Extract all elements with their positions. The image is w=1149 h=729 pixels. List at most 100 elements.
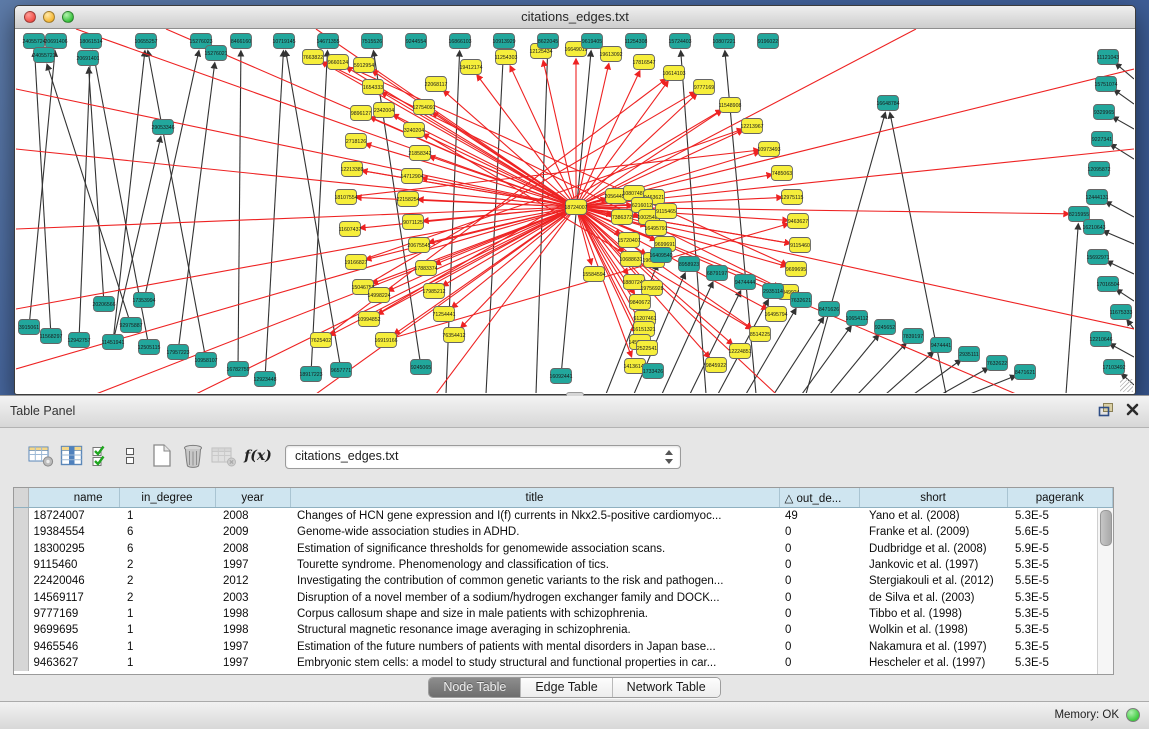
network-node[interactable]: 11568297 — [40, 329, 63, 344]
cell[interactable]: 9699695 — [28, 622, 119, 638]
network-node[interactable]: 8622045 — [538, 34, 559, 49]
cell[interactable]: 2008 — [215, 508, 290, 525]
cell[interactable]: 1998 — [215, 606, 290, 622]
cell[interactable]: Structural magnetic resonance image aver… — [290, 622, 779, 638]
table-settings-icon[interactable] — [26, 441, 56, 471]
network-node[interactable]: 14712904 — [400, 169, 423, 184]
column-header-pagerank[interactable]: pagerank — [1007, 488, 1113, 508]
cell[interactable]: 0 — [779, 655, 859, 671]
network-node[interactable]: 9657771 — [331, 363, 352, 378]
network-node[interactable]: 15276021 — [204, 46, 227, 61]
cell[interactable]: 0 — [779, 524, 859, 540]
network-view[interactable]: 1872400776638229660124591295416543332342… — [16, 29, 1134, 393]
network-node[interactable]: 15692971 — [1086, 250, 1109, 265]
network-node[interactable]: 17353994 — [132, 293, 155, 308]
network-node[interactable]: 20691406 — [44, 34, 67, 49]
network-node[interactable]: 22068117 — [425, 77, 448, 92]
network-node[interactable]: 15751074 — [1094, 77, 1117, 92]
network-node[interactable]: 19756928 — [640, 281, 663, 296]
network-node[interactable]: 11675333 — [1110, 305, 1133, 320]
network-node[interactable]: 12213389 — [340, 162, 363, 177]
column-header-title[interactable]: title — [290, 488, 779, 508]
network-node[interactable]: 8514225 — [750, 327, 771, 342]
table-row[interactable]: 1830029562008Estimation of significance … — [14, 541, 1113, 557]
network-node[interactable]: 9245652 — [875, 320, 896, 335]
column-header-year[interactable]: year — [215, 488, 290, 508]
network-node[interactable]: 15584594 — [582, 267, 605, 282]
network-window-titlebar[interactable]: citations_edges.txt — [15, 6, 1135, 29]
network-node[interactable]: 2718126 — [346, 134, 367, 149]
column-header-out_de[interactable]: △ out_de... — [779, 488, 859, 508]
cell[interactable]: 2 — [119, 589, 215, 605]
network-node[interactable]: 16919166 — [374, 333, 397, 348]
network-node[interactable]: 9619405 — [582, 34, 603, 49]
cell[interactable]: Estimation of the future numbers of pati… — [290, 638, 779, 654]
network-node[interactable]: 8471626 — [819, 302, 840, 317]
cell[interactable]: Yano et al. (2008) — [859, 508, 1007, 525]
network-node[interactable]: 9227341 — [1092, 132, 1113, 147]
cell[interactable]: Wolkin et al. (1998) — [859, 622, 1007, 638]
cell[interactable]: 1997 — [215, 655, 290, 671]
network-node[interactable]: 11548908 — [719, 98, 742, 113]
cell[interactable]: 18724007 — [28, 508, 119, 525]
network-node[interactable]: 10973493 — [757, 142, 780, 157]
network-node[interactable]: 92975887 — [119, 318, 142, 333]
network-node[interactable]: 9777169 — [694, 80, 715, 95]
network-node[interactable]: 9660124 — [328, 55, 349, 70]
tab-node-table[interactable]: Node Table — [429, 678, 521, 697]
cell[interactable]: Corpus callosum shape and size in male p… — [290, 606, 779, 622]
cell[interactable]: 9463627 — [28, 655, 119, 671]
network-node[interactable]: 20691401 — [76, 51, 99, 66]
network-node[interactable]: 21858342 — [408, 146, 431, 161]
network-node[interactable]: 2935111 — [959, 347, 980, 362]
table-row[interactable]: 911546021997Tourette syndrome. Phenomeno… — [14, 557, 1113, 573]
network-node[interactable]: 9463627 — [788, 214, 809, 229]
cell[interactable]: 22420046 — [28, 573, 119, 589]
network-node[interactable]: 8958923 — [679, 257, 700, 272]
cell[interactable]: 1 — [119, 655, 215, 671]
cell[interactable]: 2012 — [215, 573, 290, 589]
cell[interactable]: 2 — [119, 573, 215, 589]
cell[interactable]: 1 — [119, 622, 215, 638]
network-node[interactable]: 18061514 — [79, 34, 102, 49]
network-node[interactable]: 16495791 — [644, 221, 667, 236]
cell[interactable]: Genome-wide association studies in ADHD. — [290, 524, 779, 540]
network-node[interactable]: 12210646 — [1089, 332, 1112, 347]
network-node[interactable]: 17816547 — [632, 55, 655, 70]
select-column-icon[interactable] — [57, 441, 87, 471]
cell[interactable]: 49 — [779, 508, 859, 525]
network-node[interactable]: 12224851 — [728, 344, 751, 359]
network-node[interactable]: 19613092 — [599, 47, 622, 62]
network-node[interactable]: 3240204 — [404, 123, 425, 138]
float-window-icon[interactable] — [1098, 402, 1114, 417]
network-node[interactable]: 10807221 — [712, 34, 735, 49]
network-node[interactable]: 9329965 — [1094, 105, 1115, 120]
table-row[interactable]: 946362711997Embryonic stem cells: a mode… — [14, 655, 1113, 671]
cell[interactable]: 0 — [779, 557, 859, 573]
network-node[interactable]: 29053346 — [151, 120, 174, 135]
network-node[interactable]: 10654112 — [846, 311, 869, 326]
network-node[interactable]: 11451941 — [102, 335, 125, 350]
network-node[interactable]: 11254308 — [625, 34, 648, 49]
scrollbar-thumb[interactable] — [1100, 510, 1112, 546]
cell[interactable]: 0 — [779, 589, 859, 605]
tab-edge-table[interactable]: Edge Table — [521, 678, 612, 697]
delete-icon[interactable] — [178, 441, 208, 471]
cell[interactable]: 18300295 — [28, 541, 119, 557]
network-node[interactable]: 18917223 — [299, 367, 322, 382]
network-canvas[interactable]: 1872400776638229660124591295416543332342… — [16, 29, 1134, 393]
cell[interactable]: 0 — [779, 622, 859, 638]
cell[interactable]: 19384554 — [28, 524, 119, 540]
select-rows-icon[interactable] — [87, 441, 117, 471]
network-node[interactable]: 11121043 — [1097, 50, 1119, 65]
network-node[interactable]: 12444131 — [1085, 190, 1108, 205]
network-node[interactable]: 20675545 — [407, 238, 430, 253]
network-node[interactable]: 11254303 — [495, 50, 518, 65]
network-node[interactable]: 10913929 — [492, 34, 515, 49]
cell[interactable]: 0 — [779, 606, 859, 622]
cell[interactable]: 6 — [119, 524, 215, 540]
cell[interactable]: Jankovic et al. (1997) — [859, 557, 1007, 573]
function-builder-icon[interactable]: f(x) — [243, 441, 273, 471]
network-node[interactable]: 9474444 — [735, 275, 756, 290]
network-node[interactable]: 2935114 — [763, 284, 784, 299]
